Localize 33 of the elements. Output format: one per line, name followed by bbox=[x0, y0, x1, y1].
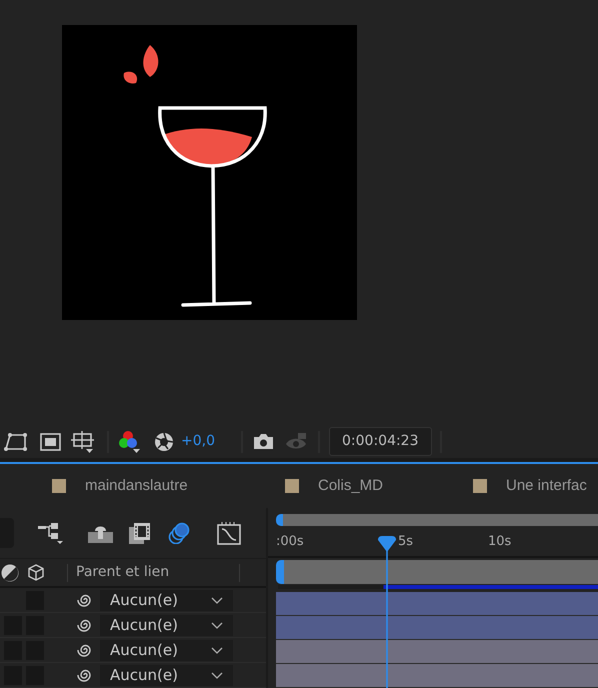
chevron-icon[interactable] bbox=[211, 622, 223, 628]
parent-dropdown[interactable]: Aucun(e) bbox=[100, 640, 233, 660]
timecode-field[interactable]: 0:00:04:23 bbox=[329, 427, 432, 456]
playhead[interactable] bbox=[376, 534, 397, 688]
time-ruler-label: :00s bbox=[276, 533, 304, 551]
column-header: Parent et lien bbox=[76, 563, 170, 582]
shutter-icon[interactable] bbox=[154, 432, 174, 452]
chevron-icon[interactable] bbox=[211, 596, 223, 604]
parent-dropdown[interactable]: Aucun(e) bbox=[100, 664, 233, 686]
chevron-icon[interactable] bbox=[211, 646, 223, 654]
camera-icon[interactable] bbox=[253, 433, 274, 450]
composition-tab[interactable]: maindanslautre bbox=[85, 474, 188, 498]
splash-drawing bbox=[124, 45, 158, 84]
layer-duration-bar[interactable] bbox=[276, 664, 598, 688]
film-strip-icon[interactable] bbox=[129, 522, 151, 544]
composition-tab[interactable]: Colis_MD bbox=[318, 474, 384, 498]
cube-icon bbox=[28, 564, 44, 581]
chevron-icon[interactable] bbox=[211, 672, 223, 678]
graph-editor-icon[interactable] bbox=[217, 522, 241, 544]
parent-dropdown[interactable]: Aucun(e) bbox=[100, 614, 233, 636]
flowchart-icon[interactable] bbox=[38, 522, 64, 544]
color-channels-icon[interactable] bbox=[119, 430, 141, 452]
composition-tab[interactable]: Une interfac bbox=[506, 474, 587, 498]
time-ruler-label: 5s bbox=[398, 533, 414, 551]
layer-duration-bar[interactable] bbox=[276, 640, 598, 664]
guides-icon[interactable] bbox=[71, 430, 95, 452]
time-ruler-label: 10s bbox=[488, 533, 512, 551]
region-of-interest-icon[interactable] bbox=[4, 432, 28, 452]
transparency-grid-icon[interactable] bbox=[40, 432, 61, 450]
solo-icon bbox=[0, 562, 20, 582]
exposure-value[interactable]: +0,0 bbox=[181, 431, 215, 452]
motion-blur-icon[interactable] bbox=[168, 522, 190, 544]
parent-dropdown[interactable]: Aucun(e) bbox=[100, 590, 233, 610]
